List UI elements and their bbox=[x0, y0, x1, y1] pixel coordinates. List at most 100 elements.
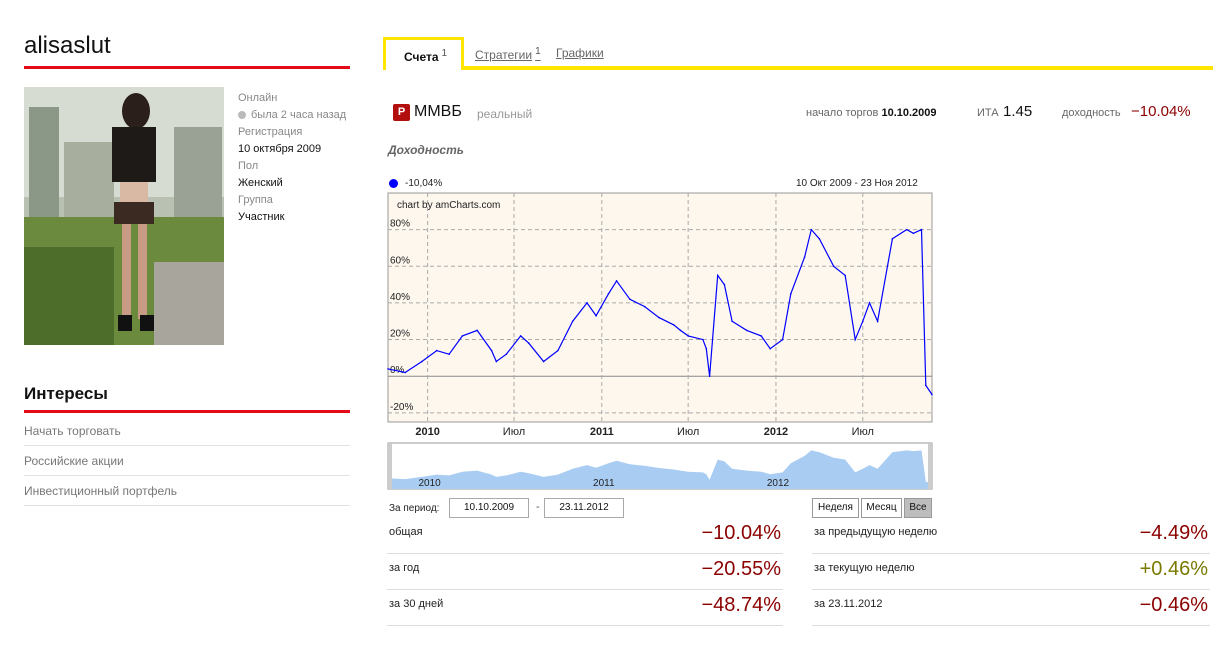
scroller-label: 2010 bbox=[418, 478, 441, 489]
tab-strategies-count: 1 bbox=[535, 46, 541, 57]
series-point bbox=[760, 335, 762, 337]
series-point bbox=[781, 338, 784, 341]
series-point bbox=[854, 338, 856, 341]
series-point bbox=[571, 320, 574, 323]
y-tick-label: -20% bbox=[390, 402, 413, 413]
y-tick-label: 40% bbox=[390, 292, 410, 303]
interests-title: Интересы bbox=[24, 384, 108, 403]
return-chart[interactable]: 80%60%40%20%0%-20%2010 Июл 2011 Июл 2012 Июлc… bbox=[386, 190, 936, 492]
series-point bbox=[421, 360, 423, 363]
section-title: Доходность bbox=[388, 143, 464, 157]
series-point bbox=[643, 305, 646, 308]
avatar[interactable] bbox=[24, 87, 224, 345]
series-point bbox=[519, 335, 522, 337]
trading-start-date: 10.10.2009 bbox=[881, 107, 937, 119]
series-point bbox=[731, 320, 733, 323]
interest-link[interactable]: Начать торговать bbox=[24, 416, 350, 446]
series-point bbox=[832, 265, 835, 268]
series-point bbox=[891, 238, 894, 240]
series-point bbox=[844, 274, 846, 277]
period-from-input[interactable]: 10.10.2009 bbox=[449, 498, 529, 518]
stat-value: −0.46% bbox=[1139, 594, 1208, 616]
group-label: Группа bbox=[238, 194, 273, 206]
stat-value: −48.74% bbox=[701, 594, 781, 616]
stat-total: общая −10.04% bbox=[387, 518, 783, 554]
stat-label: за 23.11.2012 bbox=[814, 598, 883, 610]
y-tick-label: 20% bbox=[390, 329, 410, 340]
series-point bbox=[931, 393, 933, 396]
interest-link[interactable]: Российские акции bbox=[24, 446, 350, 476]
y-tick-label: 60% bbox=[390, 255, 410, 266]
online-value: была 2 часа назад bbox=[251, 109, 347, 121]
series-point bbox=[495, 360, 498, 363]
stat-value: −20.55% bbox=[701, 558, 781, 580]
series-point bbox=[615, 280, 618, 282]
series-point bbox=[905, 228, 908, 231]
series-point bbox=[810, 228, 813, 231]
series-point bbox=[868, 302, 871, 304]
series-point bbox=[673, 324, 675, 326]
tab-accounts[interactable]: Счета 1 bbox=[383, 37, 464, 70]
ita-label: ИТА bbox=[977, 107, 999, 119]
series-point bbox=[920, 228, 923, 231]
scroller-handle-left bbox=[388, 443, 392, 489]
period-all-button[interactable]: Все bbox=[904, 498, 932, 518]
series-point bbox=[705, 347, 708, 350]
group-value: Участник bbox=[238, 211, 285, 223]
series-point bbox=[818, 238, 821, 240]
tab-charts[interactable]: Графики bbox=[556, 46, 604, 60]
interest-link[interactable]: Инвестиционный портфель bbox=[24, 476, 350, 506]
tab-accounts-count: 1 bbox=[441, 48, 448, 59]
series-point bbox=[595, 314, 597, 317]
series-point bbox=[448, 353, 450, 356]
x-tick-label: 2011 bbox=[590, 426, 614, 438]
stat-value: −4.49% bbox=[1139, 522, 1208, 544]
series-point bbox=[803, 256, 806, 258]
account-name[interactable]: ММВБ bbox=[414, 103, 462, 121]
stat-prev-week: за предыдущую неделю −4.49% bbox=[812, 518, 1210, 554]
series-point bbox=[542, 360, 545, 363]
stat-label: за год bbox=[389, 562, 420, 574]
series-point bbox=[723, 283, 726, 286]
series-point bbox=[476, 329, 479, 332]
series-point bbox=[876, 320, 879, 323]
series-point bbox=[679, 329, 682, 332]
stat-value: +0.46% bbox=[1139, 558, 1208, 580]
y-tick-label: 80% bbox=[390, 219, 410, 230]
x-tick-label: 2012 bbox=[764, 426, 788, 438]
series-point bbox=[862, 320, 864, 323]
series-point bbox=[658, 316, 660, 319]
series-point bbox=[746, 329, 748, 332]
tab-accounts-label: Счета bbox=[404, 50, 439, 64]
yield-label: доходность bbox=[1062, 107, 1121, 119]
period-week-button[interactable]: Неделя bbox=[812, 498, 859, 518]
legend-marker[interactable] bbox=[389, 179, 398, 188]
tab-charts-label: Графики bbox=[556, 46, 604, 60]
stat-30days: за 30 дней −48.74% bbox=[387, 590, 783, 626]
series-point bbox=[505, 353, 508, 356]
series-point bbox=[557, 349, 559, 352]
stat-this-week: за текущую неделю +0.46% bbox=[812, 554, 1210, 590]
series-point bbox=[435, 349, 438, 352]
period-month-button[interactable]: Месяц bbox=[861, 498, 902, 518]
series-point bbox=[769, 347, 772, 350]
registration-label: Регистрация bbox=[238, 126, 303, 138]
online-label: Онлайн bbox=[238, 92, 278, 104]
stat-label: общая bbox=[389, 526, 423, 538]
period-to-input[interactable]: 23.11.2012 bbox=[544, 498, 624, 518]
tab-strategies-label: Стратегии bbox=[475, 48, 533, 62]
series-point bbox=[912, 232, 915, 235]
period-dash: - bbox=[536, 501, 540, 513]
tab-strategies[interactable]: Стратегии 1 bbox=[475, 46, 541, 62]
series-point bbox=[687, 335, 689, 337]
series-point bbox=[607, 292, 610, 295]
chart-credit: chart by amCharts.com bbox=[397, 200, 500, 211]
series-point bbox=[404, 371, 406, 374]
online-status-icon bbox=[238, 111, 246, 119]
scroller-label: 2012 bbox=[767, 478, 790, 489]
series-point bbox=[461, 335, 464, 337]
legend-label: -10,04% bbox=[405, 178, 443, 189]
series-point bbox=[527, 342, 530, 345]
trading-start: начало торгов 10.10.2009 bbox=[806, 107, 937, 119]
series-point bbox=[789, 292, 792, 295]
